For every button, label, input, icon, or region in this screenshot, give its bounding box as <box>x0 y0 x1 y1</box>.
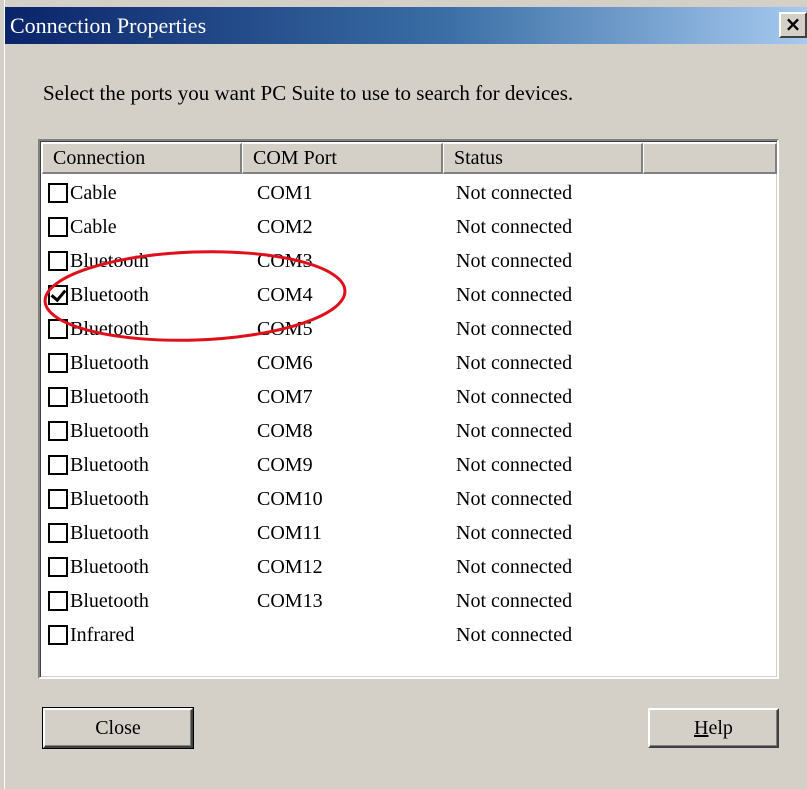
column-header-empty[interactable] <box>643 143 777 174</box>
cell-connection: Bluetooth <box>70 386 149 408</box>
cell-status: Not connected <box>456 250 573 272</box>
cell-status: Not connected <box>456 182 573 204</box>
cell-status: Not connected <box>456 420 573 442</box>
window-title: Connection Properties <box>10 13 207 38</box>
cell-status: Not connected <box>456 488 573 510</box>
table-row[interactable]: Bluetooth COM4 Not connected <box>42 279 777 313</box>
row-checkbox[interactable] <box>48 251 68 271</box>
row-checkbox[interactable] <box>48 523 68 543</box>
cell-com-port: COM6 <box>257 352 313 374</box>
cell-connection: Bluetooth <box>70 284 149 306</box>
column-header-status[interactable]: Status <box>443 143 643 174</box>
cell-connection: Bluetooth <box>70 352 149 374</box>
cell-connection: Cable <box>70 216 117 238</box>
cell-status: Not connected <box>456 624 573 646</box>
cell-connection: Infrared <box>70 624 135 646</box>
title-bar[interactable]: Connection Properties × <box>5 7 807 44</box>
cell-status: Not connected <box>456 386 573 408</box>
instruction-text: Select the ports you want PC Suite to us… <box>43 81 574 105</box>
cell-com-port: COM4 <box>257 284 313 306</box>
table-row[interactable]: Infrared Not connected <box>42 619 777 653</box>
cell-com-port: COM7 <box>257 386 313 408</box>
cell-com-port: COM9 <box>257 454 313 476</box>
cell-connection: Cable <box>70 182 117 204</box>
row-checkbox[interactable] <box>48 421 68 441</box>
cell-com-port: COM8 <box>257 420 313 442</box>
table-row[interactable]: Bluetooth COM3 Not connected <box>42 245 777 279</box>
list-rows: Cable COM1 Not connected Cable COM2 Not … <box>42 177 777 653</box>
cell-status: Not connected <box>456 284 573 306</box>
row-checkbox-checked[interactable] <box>48 285 68 305</box>
row-checkbox[interactable] <box>48 455 68 475</box>
row-checkbox[interactable] <box>48 557 68 577</box>
cell-status: Not connected <box>456 556 573 578</box>
table-row[interactable]: Bluetooth COM6 Not connected <box>42 347 777 381</box>
help-button[interactable]: Help <box>648 708 779 748</box>
row-checkbox[interactable] <box>48 489 68 509</box>
ports-list[interactable]: Connection COM Port Status Cable COM1 No… <box>38 139 779 679</box>
table-row[interactable]: Bluetooth COM10 Not connected <box>42 483 777 517</box>
cell-com-port: COM11 <box>257 522 322 544</box>
cell-status: Not connected <box>456 352 573 374</box>
row-checkbox[interactable] <box>48 353 68 373</box>
cell-connection: Bluetooth <box>70 420 149 442</box>
row-checkbox[interactable] <box>48 183 68 203</box>
table-row[interactable]: Bluetooth COM12 Not connected <box>42 551 777 585</box>
cell-com-port: COM10 <box>257 488 323 510</box>
table-row[interactable]: Bluetooth COM5 Not connected <box>42 313 777 347</box>
cell-com-port: COM13 <box>257 590 323 612</box>
cell-connection: Bluetooth <box>70 250 149 272</box>
row-checkbox[interactable] <box>48 591 68 611</box>
cell-status: Not connected <box>456 216 573 238</box>
row-checkbox[interactable] <box>48 625 68 645</box>
cell-connection: Bluetooth <box>70 522 149 544</box>
help-label-rest: elp <box>708 717 733 739</box>
list-header: Connection COM Port Status <box>42 143 777 174</box>
row-checkbox[interactable] <box>48 217 68 237</box>
table-row[interactable]: Cable COM2 Not connected <box>42 211 777 245</box>
table-row[interactable]: Cable COM1 Not connected <box>42 177 777 211</box>
column-header-com-port[interactable]: COM Port <box>242 143 443 174</box>
cell-connection: Bluetooth <box>70 488 149 510</box>
close-icon[interactable]: × <box>779 12 807 38</box>
cell-connection: Bluetooth <box>70 556 149 578</box>
row-checkbox[interactable] <box>48 387 68 407</box>
table-row[interactable]: Bluetooth COM9 Not connected <box>42 449 777 483</box>
cell-com-port: COM1 <box>257 182 313 204</box>
close-button[interactable]: Close <box>42 707 194 749</box>
cell-com-port: COM3 <box>257 250 313 272</box>
cell-connection: Bluetooth <box>70 590 149 612</box>
cell-com-port: COM5 <box>257 318 313 340</box>
cell-status: Not connected <box>456 318 573 340</box>
row-checkbox[interactable] <box>48 319 68 339</box>
cell-com-port: COM2 <box>257 216 313 238</box>
help-mnemonic: H <box>694 717 709 739</box>
cell-connection: Bluetooth <box>70 318 149 340</box>
cell-status: Not connected <box>456 522 573 544</box>
table-row[interactable]: Bluetooth COM8 Not connected <box>42 415 777 449</box>
cell-status: Not connected <box>456 590 573 612</box>
table-row[interactable]: Bluetooth COM13 Not connected <box>42 585 777 619</box>
connection-properties-dialog: Connection Properties × Select the ports… <box>0 0 807 789</box>
table-row[interactable]: Bluetooth COM7 Not connected <box>42 381 777 415</box>
table-row[interactable]: Bluetooth COM11 Not connected <box>42 517 777 551</box>
window-frame-left <box>0 0 5 789</box>
column-header-connection[interactable]: Connection <box>42 143 242 174</box>
cell-status: Not connected <box>456 454 573 476</box>
cell-com-port: COM12 <box>257 556 323 578</box>
cell-connection: Bluetooth <box>70 454 149 476</box>
